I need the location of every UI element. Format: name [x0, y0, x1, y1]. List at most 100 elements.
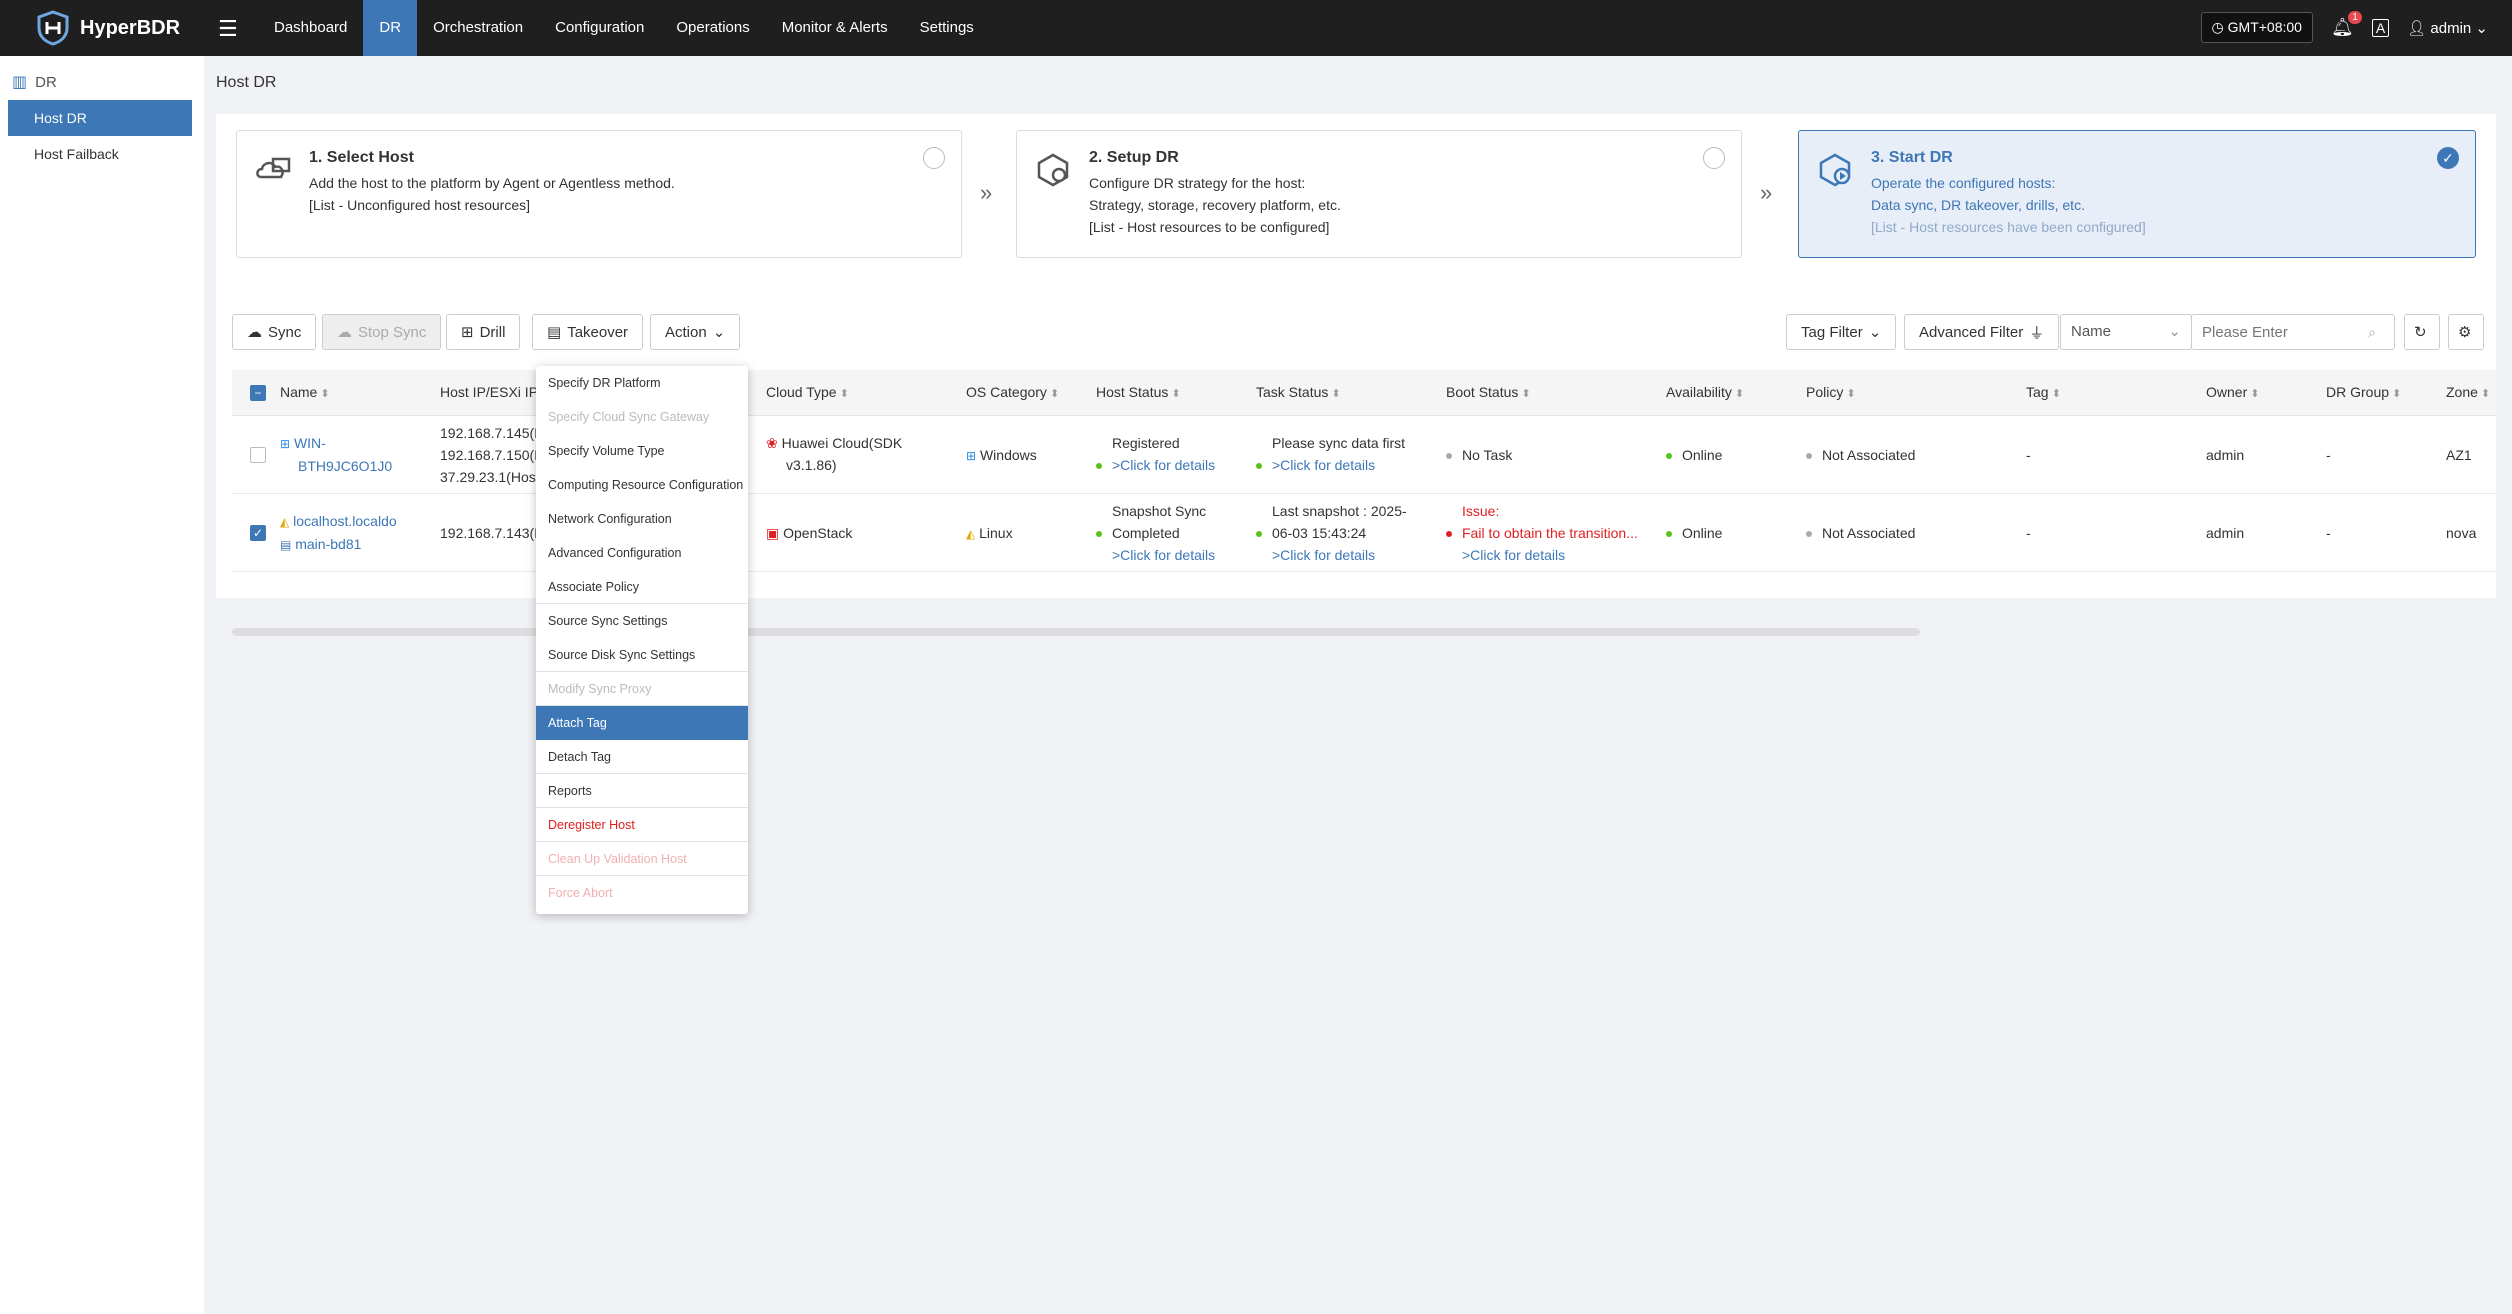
menu-toggle-icon[interactable]: ☰ — [218, 16, 238, 42]
menu-item-force-abort[interactable]: Force Abort — [536, 876, 748, 910]
nav-configuration[interactable]: Configuration — [539, 0, 660, 56]
menu-item-computing-resource-configuration[interactable]: Computing Resource Configuration — [536, 468, 748, 502]
host-name-line-1: localhost.localdo — [293, 513, 397, 529]
row-checkbox[interactable] — [250, 447, 266, 463]
col-boot-status[interactable]: Boot Status ⬍ — [1446, 384, 1531, 400]
sync-button[interactable]: ☁ Sync — [232, 314, 317, 350]
check-circle-icon[interactable]: ✓ — [2437, 147, 2459, 169]
gear-icon: ⚙ — [2458, 324, 2472, 341]
stop-sync-button[interactable]: ☁ Stop Sync — [322, 314, 442, 350]
nav-operations[interactable]: Operations — [660, 0, 765, 56]
sort-icon: ⬍ — [2051, 388, 2061, 400]
openstack-icon: ▣ — [766, 525, 780, 541]
cloud-sync-icon: ☁ — [247, 324, 262, 341]
menu-item-source-sync-settings[interactable]: Source Sync Settings — [536, 604, 748, 638]
col-name[interactable]: Name ⬍ — [280, 384, 330, 400]
owner-cell: admin — [2206, 525, 2245, 541]
os-cell: ◭ Linux — [966, 522, 1013, 545]
sidebar-item-host-dr[interactable]: Host DR — [8, 100, 192, 136]
host-name-line-2: BTH9JC6O1J0 — [298, 458, 393, 474]
sidebar-header-label: DR — [35, 73, 57, 91]
horizontal-scrollbar[interactable] — [232, 628, 1920, 636]
start-box-icon — [1819, 153, 1851, 187]
host-status-details-link[interactable]: >Click for details — [1112, 457, 1215, 473]
menu-item-specify-cloud-sync-gateway[interactable]: Specify Cloud Sync Gateway — [536, 400, 748, 434]
col-zone-label: Zone — [2446, 384, 2478, 400]
action-button[interactable]: Action ⌄ — [650, 314, 741, 350]
task-status-details-link[interactable]: >Click for details — [1272, 457, 1375, 473]
host-name-link[interactable]: ◭ localhost.localdo ▤ main-bd81 — [280, 510, 397, 556]
sort-icon: ⬍ — [2250, 388, 2260, 400]
host-status-details-link[interactable]: >Click for details — [1096, 544, 1215, 566]
nav-settings[interactable]: Settings — [904, 0, 990, 56]
menu-item-attach-tag[interactable]: Attach Tag — [536, 706, 748, 740]
cloud-type-cell: ▣ OpenStack — [766, 522, 852, 544]
host-name-link[interactable]: ⊞ WIN- BTH9JC6O1J0 — [280, 432, 392, 477]
step-start-dr[interactable]: 3. Start DR Operate the configured hosts… — [1798, 130, 2476, 258]
col-task-status[interactable]: Task Status ⬍ — [1256, 384, 1341, 400]
col-dr-group[interactable]: DR Group ⬍ — [2326, 384, 2401, 400]
menu-item-source-disk-sync-settings[interactable]: Source Disk Sync Settings — [536, 638, 748, 672]
step-select-host[interactable]: 1. Select Host Add the host to the platf… — [236, 130, 962, 258]
nav-orchestration[interactable]: Orchestration — [417, 0, 539, 56]
sidebar-item-host-failback[interactable]: Host Failback — [8, 136, 192, 172]
timezone-label: GMT+08:00 — [2227, 19, 2302, 35]
timezone-button[interactable]: ◷ GMT+08:00 — [2200, 12, 2313, 43]
policy-text: Not Associated — [1822, 525, 1916, 541]
col-host-status[interactable]: Host Status ⬍ — [1096, 384, 1181, 400]
menu-item-modify-sync-proxy[interactable]: Modify Sync Proxy — [536, 672, 748, 706]
col-tag[interactable]: Tag ⬍ — [2026, 384, 2061, 400]
search-field-select[interactable]: Name ⌄ — [2060, 314, 2192, 350]
step-2-title: 2. Setup DR — [1089, 149, 1179, 166]
policy-cell: Not Associated — [1806, 444, 1915, 466]
tag-filter-button[interactable]: Tag Filter ⌄ — [1786, 314, 1897, 350]
search-input[interactable] — [2191, 314, 2395, 350]
advanced-filter-button[interactable]: Advanced Filter ⏚ — [1904, 314, 2060, 350]
col-cloud-type[interactable]: Cloud Type ⬍ — [766, 384, 849, 400]
step-1-line-2: [List - Unconfigured host resources] — [309, 197, 530, 213]
language-icon[interactable]: A — [2371, 18, 2390, 37]
host-ip-cell: 192.168.7.145(H 192.168.7.150(H 37.29.23… — [440, 422, 544, 488]
user-menu[interactable]: 👤︎ admin ⌄ — [2407, 19, 2488, 37]
step-1-line-1: Add the host to the platform by Agent or… — [309, 175, 675, 191]
menu-item-specify-dr-platform[interactable]: Specify DR Platform — [536, 366, 748, 400]
drill-button[interactable]: ⊞ Drill — [446, 314, 521, 350]
col-owner[interactable]: Owner ⬍ — [2206, 384, 2259, 400]
status-dot — [1806, 453, 1812, 460]
boot-status-details-link[interactable]: >Click for details — [1446, 544, 1638, 566]
app-logo[interactable]: HyperBDR — [36, 10, 180, 46]
refresh-button[interactable]: ↻ — [2404, 314, 2440, 350]
menu-item-network-configuration[interactable]: Network Configuration — [536, 502, 748, 536]
top-bar: HyperBDR ☰ Dashboard DR Orchestration Co… — [0, 0, 2512, 56]
nav-monitor-alerts[interactable]: Monitor & Alerts — [766, 0, 904, 56]
step-2-radio[interactable] — [1703, 147, 1725, 169]
step-setup-dr[interactable]: 2. Setup DR Configure DR strategy for th… — [1016, 130, 1742, 258]
notifications-button[interactable]: 🔔︎ 1 — [2331, 11, 2362, 38]
menu-item-associate-policy[interactable]: Associate Policy — [536, 570, 748, 604]
cloud-type-line-1: Huawei Cloud(SDK — [781, 435, 903, 451]
menu-item-deregister-host[interactable]: Deregister Host — [536, 808, 748, 842]
col-os-category[interactable]: OS Category ⬍ — [966, 384, 1059, 400]
select-all-checkbox[interactable]: − — [250, 385, 266, 401]
menu-item-reports[interactable]: Reports — [536, 774, 748, 808]
menu-item-specify-volume-type[interactable]: Specify Volume Type — [536, 434, 748, 468]
takeover-button[interactable]: ▤ Takeover — [532, 314, 644, 350]
col-zone[interactable]: Zone ⬍ — [2446, 384, 2490, 400]
col-availability[interactable]: Availability ⬍ — [1666, 384, 1744, 400]
huawei-cloud-icon: ❀ — [766, 435, 778, 451]
status-dot — [1446, 531, 1452, 538]
step-2-line-1: Configure DR strategy for the host: — [1089, 175, 1306, 191]
menu-item-clean-up-validation-host[interactable]: Clean Up Validation Host — [536, 842, 748, 876]
step-1-radio[interactable] — [923, 147, 945, 169]
menu-item-advanced-configuration[interactable]: Advanced Configuration — [536, 536, 748, 570]
nav-dr[interactable]: DR — [363, 0, 418, 56]
action-dropdown-menu: Specify DR Platform Specify Cloud Sync G… — [536, 366, 748, 914]
nav-dashboard[interactable]: Dashboard — [258, 0, 363, 56]
settings-button[interactable]: ⚙ — [2448, 314, 2484, 350]
task-status-details-link[interactable]: >Click for details — [1256, 544, 1407, 566]
config-box-icon — [1037, 153, 1069, 187]
col-policy[interactable]: Policy ⬍ — [1806, 384, 1856, 400]
menu-item-detach-tag[interactable]: Detach Tag — [536, 740, 748, 774]
cloud-type-cell: ❀ Huawei Cloud(SDK v3.1.86) — [766, 432, 902, 476]
row-checkbox[interactable]: ✓ — [250, 525, 266, 541]
